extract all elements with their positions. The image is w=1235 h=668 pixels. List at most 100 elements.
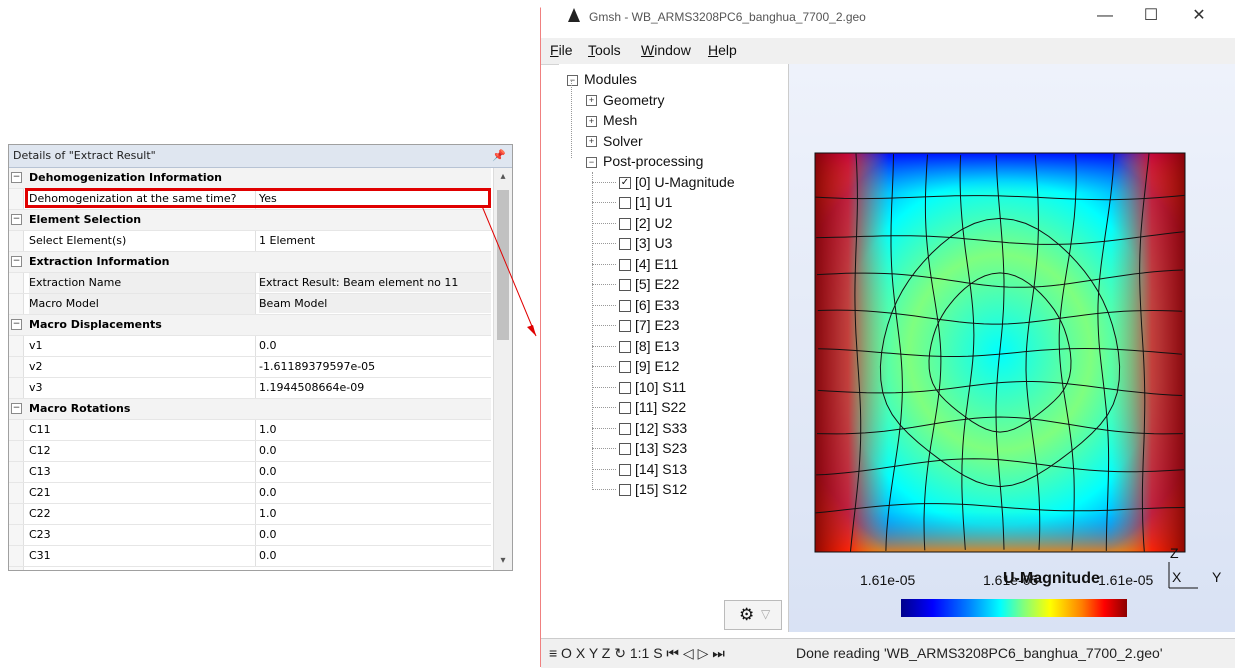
scale-label-max: 1.61e-05 xyxy=(1098,572,1154,588)
expand-icon: + xyxy=(586,136,597,148)
tree-item-post-processing[interactable]: − Post-processing xyxy=(586,151,703,171)
collapse-icon[interactable]: − xyxy=(11,256,22,267)
category-row[interactable]: − Extraction Information xyxy=(9,252,491,273)
menu-window[interactable]: Window xyxy=(641,42,691,58)
property-key: v3 xyxy=(29,378,256,398)
scale-label-min: 1.61e-05 xyxy=(860,572,916,588)
view-checkbox[interactable] xyxy=(619,422,631,435)
property-value[interactable]: 0.0 xyxy=(259,336,491,355)
property-row[interactable]: Extraction Name Extract Result: Beam elem… xyxy=(9,273,491,294)
vertical-scrollbar[interactable]: ▴ ▾ xyxy=(493,168,512,570)
property-value[interactable]: 0.0 xyxy=(259,441,491,460)
property-row[interactable]: Select Element(s) 1 Element xyxy=(9,231,491,252)
view-checkbox[interactable] xyxy=(619,340,631,353)
view-checkbox[interactable] xyxy=(619,299,631,312)
property-value[interactable]: 1.1944508664e-09 xyxy=(259,378,491,397)
view-checkbox[interactable] xyxy=(619,197,631,210)
expand-icon: + xyxy=(586,95,597,107)
property-value[interactable]: Extract Result: Beam element no 11 xyxy=(259,273,491,292)
scroll-thumb[interactable] xyxy=(497,190,509,340)
tree-item-geometry[interactable]: + Geometry xyxy=(586,90,664,110)
gmsh-logo-icon xyxy=(568,8,580,22)
view-checkbox[interactable] xyxy=(619,361,631,374)
minimize-button[interactable]: — xyxy=(1085,4,1125,28)
property-row[interactable]: C31 0.0 xyxy=(9,546,491,567)
scroll-down-icon[interactable]: ▾ xyxy=(494,552,512,570)
category-label: Extraction Information xyxy=(29,255,170,268)
property-value[interactable]: -1.61189379597e-05 xyxy=(259,357,491,376)
window-title: Gmsh - WB_ARMS3208PC6_banghua_7700_2.geo xyxy=(589,10,866,24)
property-value[interactable]: Yes xyxy=(259,189,491,208)
category-label: Element Selection xyxy=(29,213,142,226)
property-row[interactable]: C22 1.0 xyxy=(9,504,491,525)
property-value[interactable]: Beam Model xyxy=(259,294,491,313)
collapse-icon[interactable]: − xyxy=(11,319,22,330)
menu-help[interactable]: Help xyxy=(708,42,737,58)
property-value[interactable]: 1.0 xyxy=(259,420,491,439)
status-bar: ≡ O X Y Z ↻ 1:1 S ⏮ ◁ ▷ ⏭ Done reading '… xyxy=(541,638,1235,668)
property-value[interactable]: 0.0 xyxy=(259,546,491,565)
menu-bar: File Tools Window Help xyxy=(541,38,1235,65)
view-checkbox[interactable] xyxy=(619,258,631,271)
property-key: C13 xyxy=(29,462,256,482)
property-value[interactable]: 0.0 xyxy=(259,483,491,502)
property-value[interactable]: 1 Element xyxy=(259,231,491,250)
category-label: Dehomogenization Information xyxy=(29,171,222,184)
property-key: v2 xyxy=(29,357,256,377)
close-button[interactable]: ✕ xyxy=(1179,4,1219,28)
view-checkbox[interactable] xyxy=(619,217,631,230)
collapse-icon[interactable]: − xyxy=(11,172,22,183)
category-row[interactable]: − Dehomogenization Information xyxy=(9,168,491,189)
collapse-icon: − xyxy=(586,156,597,168)
property-value[interactable]: 1.0 xyxy=(259,504,491,523)
view-checkbox[interactable] xyxy=(619,463,631,476)
collapse-icon[interactable]: − xyxy=(11,214,22,225)
property-value[interactable]: 0.0 xyxy=(259,462,491,481)
view-checkbox[interactable] xyxy=(619,484,631,497)
collapse-icon[interactable]: − xyxy=(11,403,22,414)
menu-file[interactable]: File xyxy=(550,42,573,58)
view-checkbox[interactable] xyxy=(619,443,631,456)
property-key: C22 xyxy=(29,504,256,524)
maximize-button[interactable]: ☐ xyxy=(1131,4,1171,28)
property-key: C12 xyxy=(29,441,256,461)
options-button[interactable]: ⚙ ▽ xyxy=(724,600,782,630)
view-controls[interactable]: ≡ O X Y Z ↻ 1:1 S ⏮ ◁ ▷ ⏭ xyxy=(549,645,725,662)
property-key: Macro Model xyxy=(29,294,256,314)
tree-item-solver[interactable]: + Solver xyxy=(586,131,643,151)
tree-item-mesh[interactable]: + Mesh xyxy=(586,110,637,130)
view-checkbox[interactable] xyxy=(619,320,631,333)
property-row[interactable]: Macro Model Beam Model xyxy=(9,294,491,315)
category-row[interactable]: − Macro Displacements xyxy=(9,315,491,336)
axes-lines xyxy=(1168,562,1198,589)
view-checkbox[interactable] xyxy=(619,381,631,394)
property-row[interactable]: C21 0.0 xyxy=(9,483,491,504)
pin-icon[interactable]: 📌 xyxy=(492,145,506,167)
property-row[interactable]: C12 0.0 xyxy=(9,441,491,462)
property-row[interactable]: C23 0.0 xyxy=(9,525,491,546)
graphics-canvas[interactable]: U-Magnitude 1.61e-05 1.61e-05 1.61e-05 Z… xyxy=(789,64,1235,632)
property-key: C21 xyxy=(29,483,256,503)
property-row[interactable]: v3 1.1944508664e-09 xyxy=(9,378,491,399)
property-row[interactable]: C13 0.0 xyxy=(9,462,491,483)
category-row[interactable]: − Element Selection xyxy=(9,210,491,231)
color-scale-bar xyxy=(901,599,1127,617)
view-checkbox[interactable] xyxy=(619,238,631,251)
details-panel: Details of "Extract Result" 📌 − Dehomogen… xyxy=(8,144,513,571)
property-row[interactable]: v1 0.0 xyxy=(9,336,491,357)
tree-root-modules[interactable]: − Modules xyxy=(567,69,637,89)
property-row[interactable]: Dehomogenization at the same time? Yes xyxy=(9,189,491,210)
property-key: C11 xyxy=(29,420,256,440)
category-row[interactable]: − Macro Rotations xyxy=(9,399,491,420)
axes-triad: Z X Y xyxy=(1168,545,1228,605)
menu-tools[interactable]: Tools xyxy=(588,42,621,58)
view-checkbox[interactable]: ✓ xyxy=(619,176,631,189)
property-key: v1 xyxy=(29,336,256,356)
scroll-up-icon[interactable]: ▴ xyxy=(494,168,512,186)
property-value[interactable]: 0.0 xyxy=(259,525,491,544)
view-checkbox[interactable] xyxy=(619,402,631,415)
property-row[interactable]: v2 -1.61189379597e-05 xyxy=(9,357,491,378)
view-checkbox[interactable] xyxy=(619,279,631,292)
axis-y-label: Y xyxy=(1212,569,1222,585)
property-row[interactable]: C11 1.0 xyxy=(9,420,491,441)
